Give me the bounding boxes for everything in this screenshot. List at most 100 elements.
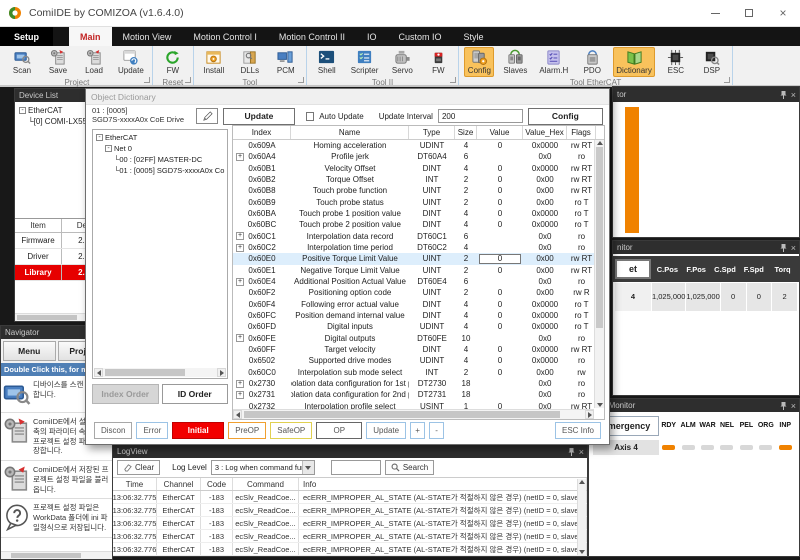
dict-row-0x60ba[interactable]: 0x60BATouch probe 1 position valueDINT40… xyxy=(233,208,604,219)
id-order-button[interactable]: ID Order xyxy=(162,384,229,404)
auto-update-checkbox[interactable] xyxy=(306,112,314,121)
dict-row-0x60b9[interactable]: 0x60B9Touch probe statusUINT200x00ro T xyxy=(233,197,604,208)
tab-style[interactable]: Style xyxy=(452,27,494,46)
close-icon[interactable]: × xyxy=(791,401,796,411)
ribbon-button-load[interactable]: Load xyxy=(79,47,109,77)
pin-icon[interactable] xyxy=(780,401,787,411)
dict-row-0x60c2[interactable]: 0x60C2+Interpolation time periodDT60C240… xyxy=(233,242,604,253)
minimize-button[interactable] xyxy=(698,0,732,26)
tab-motion-control-ii[interactable]: Motion Control II xyxy=(268,27,356,46)
index-order-button[interactable]: Index Order xyxy=(92,384,159,404)
state-button-safeop[interactable]: SafeOP xyxy=(270,422,312,439)
dict-row-0x60fd[interactable]: 0x60FDDigital inputsUDINT400x0000ro T xyxy=(233,321,604,332)
dict-row-0x60f4[interactable]: 0x60F4Following error actual valueDINT40… xyxy=(233,299,604,310)
pin-icon[interactable] xyxy=(780,90,787,100)
tab-custom-io[interactable]: Custom IO xyxy=(387,27,452,46)
dictionary-hscrollbar[interactable] xyxy=(233,409,594,419)
collapse-icon[interactable]: - xyxy=(105,145,112,152)
ribbon-button-update[interactable]: Update xyxy=(115,47,147,77)
dictionary-tree-node-net-0[interactable]: -Net 0 xyxy=(94,143,226,154)
ribbon-button-fw[interactable]: FW xyxy=(423,47,453,77)
collapse-icon[interactable]: - xyxy=(19,107,26,114)
navigator-hscrollbar[interactable] xyxy=(1,551,112,559)
ribbon-button-slaves[interactable]: Slaves xyxy=(500,47,530,77)
update-button[interactable]: Update xyxy=(223,108,295,125)
ribbon-button-dsp[interactable]: DSP xyxy=(697,47,727,77)
ribbon-button-dlls[interactable]: DLLs xyxy=(235,47,265,77)
expand-icon[interactable]: + xyxy=(236,334,244,342)
ribbon-button-pcm[interactable]: PCM xyxy=(271,47,301,77)
tab-motion-control-i[interactable]: Motion Control I xyxy=(182,27,268,46)
state-button-op[interactable]: OP xyxy=(316,422,362,439)
log-row[interactable]: 13:06:32.775EtherCAT-183ecSlv_ReadCoe...… xyxy=(113,517,587,530)
log-row[interactable]: 13:06:32.775EtherCAT-183ecSlv_ReadCoe...… xyxy=(113,530,587,543)
dictionary-tree-node-ethercat[interactable]: -EtherCAT xyxy=(94,132,226,143)
dict-row-0x60e1[interactable]: 0x60E1Negative Torque Limit ValueUINT200… xyxy=(233,265,604,276)
dict-row-0x2730[interactable]: 0x2730+rpolation data configuration for … xyxy=(233,378,604,389)
update-interval-input[interactable]: 200 xyxy=(438,109,523,123)
dict-row-0x60f2[interactable]: 0x60F2Positioning option codeUINT200x00r… xyxy=(233,287,604,298)
expand-icon[interactable]: + xyxy=(236,244,244,252)
expand-icon[interactable]: + xyxy=(236,391,244,399)
expand-icon[interactable]: + xyxy=(236,380,244,388)
ribbon-button-dictionary[interactable]: Dictionary xyxy=(613,47,655,77)
dict-row-0x60b1[interactable]: 0x60B1Velocity OffsetDINT400x0000rw RT xyxy=(233,163,604,174)
value-edit-box[interactable]: 0 xyxy=(479,254,521,264)
close-icon[interactable]: × xyxy=(791,243,796,253)
clear-button[interactable]: Clear xyxy=(117,460,160,475)
close-icon[interactable]: × xyxy=(579,447,584,457)
log-row[interactable]: 13:06:32.776EtherCAT-183ecSlv_ReadCoe...… xyxy=(113,543,587,556)
state-button-esc-info[interactable]: ESC Info xyxy=(555,422,601,439)
dict-row-0x60fc[interactable]: 0x60FCPosition demand internal valueDINT… xyxy=(233,310,604,321)
navigator-tab-menu[interactable]: Menu xyxy=(3,341,56,361)
tab-setup[interactable]: Setup xyxy=(0,27,53,46)
dictionary-tree[interactable]: -EtherCAT-Net 0└ 00 : [02FF] MASTER-DC└ … xyxy=(92,129,228,379)
tab-io[interactable]: IO xyxy=(356,27,388,46)
dict-row-0x60c1[interactable]: 0x60C1+Interpolation data recordDT60C160… xyxy=(233,231,604,242)
tab-main[interactable]: Main xyxy=(69,27,112,46)
state-button-[interactable]: - xyxy=(429,422,444,439)
dict-row-0x60fe[interactable]: 0x60FE+Digital outputsDT60FE100x0ro xyxy=(233,333,604,344)
dict-row-0x2731[interactable]: 0x2731+polation data configuration for 2… xyxy=(233,389,604,400)
pin-icon[interactable] xyxy=(780,243,787,253)
config-button[interactable]: Config xyxy=(528,108,603,125)
dict-row-0x60b2[interactable]: 0x60B2Torque OffsetINT200x00rw RT xyxy=(233,174,604,185)
log-level-dropdown[interactable]: 3 : Log when command functi xyxy=(211,460,315,475)
dict-row-0x60e4[interactable]: 0x60E4+Additional Position Actual ValueD… xyxy=(233,276,604,287)
dictionary-tree-hscrollbar[interactable] xyxy=(94,368,226,377)
pin-icon[interactable] xyxy=(568,447,575,457)
ribbon-button-scan[interactable]: Scan xyxy=(7,47,37,77)
log-vscrollbar[interactable] xyxy=(577,479,586,555)
dict-row-0x60a4[interactable]: 0x60A4+Profile jerkDT60A460x0ro xyxy=(233,151,604,162)
ribbon-button-config[interactable]: Config xyxy=(464,47,494,77)
state-button-discon[interactable]: Discon xyxy=(94,422,132,439)
dict-row-0x60ff[interactable]: 0x60FFTarget velocityDINT400x0000rw RT xyxy=(233,344,604,355)
state-button-preop[interactable]: PreOP xyxy=(228,422,266,439)
dictionary-tree-node-01-0005-sgd7s-xxxxa0x-co[interactable]: └ 01 : [0005] SGD7S-xxxxA0x Co xyxy=(94,165,226,176)
dict-row-0x60e0[interactable]: 0x60E0Positive Torque Limit ValueUINT200… xyxy=(233,253,604,264)
dictionary-vscrollbar[interactable] xyxy=(594,140,604,408)
log-row[interactable]: 13:06:32.775EtherCAT-183ecSlv_ReadCoe...… xyxy=(113,504,587,517)
axis-target-header-cell[interactable]: et xyxy=(615,259,651,279)
edit-slave-button[interactable] xyxy=(196,108,218,124)
ribbon-button-servo[interactable]: Servo xyxy=(387,47,417,77)
close-button[interactable]: × xyxy=(766,0,800,26)
ribbon-button-save[interactable]: Save xyxy=(43,47,73,77)
expand-icon[interactable]: + xyxy=(236,232,244,240)
ribbon-button-pdo[interactable]: PDO xyxy=(577,47,607,77)
ribbon-button-scripter[interactable]: Scripter xyxy=(348,47,382,77)
ribbon-button-esc[interactable]: ESC xyxy=(661,47,691,77)
dictionary-tree-node-00-02ff-master-dc[interactable]: └ 00 : [02FF] MASTER-DC xyxy=(94,154,226,165)
dict-row-0x60b8[interactable]: 0x60B8Touch probe functionUINT200x00rw R… xyxy=(233,185,604,196)
dict-row-0x6502[interactable]: 0x6502Supported drive modesUDINT400x0000… xyxy=(233,355,604,366)
expand-icon[interactable]: + xyxy=(236,278,244,286)
navigator-item[interactable]: 프로젝트 설정 파일은 WorkData 폴더에 ini 파일형식으로 저장됩니… xyxy=(1,499,112,537)
expand-icon[interactable]: + xyxy=(236,153,244,161)
collapse-icon[interactable]: - xyxy=(96,134,103,141)
state-button-[interactable]: + xyxy=(410,422,425,439)
tab-motion-view[interactable]: Motion View xyxy=(112,27,183,46)
state-button-error[interactable]: Error xyxy=(136,422,168,439)
navigator-item[interactable]: ComiIDE에서 저장된 프로젝트 설정 파일을 불러옵니다. xyxy=(1,461,112,499)
maximize-button[interactable] xyxy=(732,0,766,26)
dict-row-0x609a[interactable]: 0x609AHoming accelerationUDINT400x0000rw… xyxy=(233,140,604,151)
